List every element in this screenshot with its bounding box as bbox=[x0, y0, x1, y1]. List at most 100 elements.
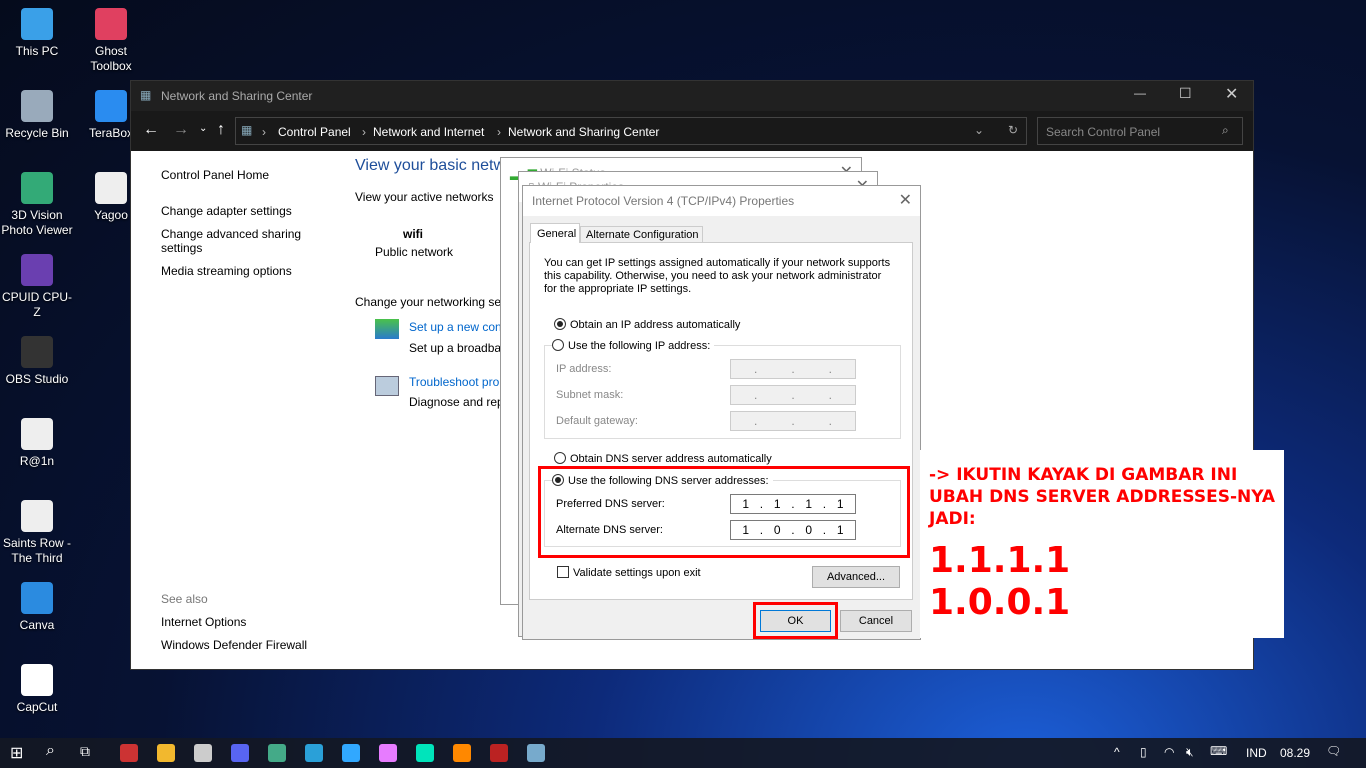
see-also-label: See also bbox=[161, 592, 208, 606]
volume-muted-icon[interactable]: 🔇︎ bbox=[1186, 745, 1194, 760]
desktop-icon-image bbox=[95, 172, 127, 204]
ip-address-field[interactable]: ... bbox=[730, 359, 856, 379]
desktop-icon[interactable]: OBS Studio bbox=[0, 336, 74, 387]
use-ip-radio[interactable]: Use the following IP address: bbox=[552, 339, 715, 352]
close-button[interactable]: ✕ bbox=[1225, 84, 1238, 104]
subnet-mask-label: Subnet mask: bbox=[556, 389, 624, 401]
subnet-mask-field[interactable]: ... bbox=[730, 385, 856, 405]
maximize-button[interactable]: ☐ bbox=[1179, 85, 1192, 102]
desktop-icon[interactable]: Saints Row - The Third bbox=[0, 500, 74, 566]
desktop-icon[interactable]: CapCut bbox=[0, 664, 74, 715]
dns-highlight-box bbox=[538, 466, 910, 558]
annotation-line1: -> IKUTIN KAYAK DI GAMBAR INI bbox=[929, 465, 1238, 485]
audition-icon[interactable] bbox=[416, 744, 434, 762]
desktop-icon-label: CapCut bbox=[16, 700, 58, 714]
gateway-label: Default gateway: bbox=[556, 415, 638, 427]
notifications-icon[interactable]: 🗨︎ bbox=[1326, 744, 1341, 758]
premiere-icon[interactable] bbox=[379, 744, 397, 762]
breadcrumb-control-panel[interactable]: Control Panel bbox=[278, 125, 351, 139]
sidebar-item-advanced-sharing[interactable]: Change advanced sharing settings bbox=[161, 227, 311, 255]
edge-icon[interactable] bbox=[305, 744, 323, 762]
desktop-icon[interactable]: Ghost Toolbox bbox=[74, 8, 148, 74]
ip-address-label: IP address: bbox=[556, 363, 612, 375]
photoshop-icon[interactable] bbox=[342, 744, 360, 762]
desktop-icon[interactable]: R@1n bbox=[0, 418, 74, 469]
breadcrumb-network-internet[interactable]: Network and Internet bbox=[373, 125, 484, 139]
chrome-icon[interactable] bbox=[268, 744, 286, 762]
validate-checkbox[interactable]: Validate settings upon exit bbox=[557, 566, 701, 579]
obtain-ip-label: Obtain an IP address automatically bbox=[570, 319, 741, 331]
troubleshoot-desc: Diagnose and repa bbox=[409, 395, 511, 409]
desktop-icon-image bbox=[21, 336, 53, 368]
close-button[interactable]: ✕ bbox=[899, 190, 912, 210]
chevron-up-icon[interactable]: ^ bbox=[1114, 745, 1120, 759]
app-icon[interactable] bbox=[194, 744, 212, 762]
troubleshoot-icon bbox=[375, 376, 399, 396]
setup-connection-desc: Set up a broadbar bbox=[409, 341, 506, 355]
obtain-dns-radio[interactable]: Obtain DNS server address automatically bbox=[554, 452, 772, 465]
network-name: wifi bbox=[403, 227, 423, 241]
refresh-icon[interactable]: ↻ bbox=[1008, 123, 1018, 137]
wifi-icon[interactable]: ◠ bbox=[1164, 745, 1174, 759]
start-button[interactable]: ⊞ bbox=[10, 743, 23, 763]
dialog-title: Internet Protocol Version 4 (TCP/IPv4) P… bbox=[532, 194, 795, 208]
desktop-icon[interactable]: This PC bbox=[0, 8, 74, 59]
forward-button[interactable]: → bbox=[173, 121, 189, 139]
chevron-down-icon[interactable]: ⌄ bbox=[974, 123, 984, 137]
tab-general[interactable]: General bbox=[530, 223, 580, 243]
app-icon[interactable] bbox=[453, 744, 471, 762]
link-internet-options[interactable]: Internet Options bbox=[161, 615, 246, 629]
recent-dropdown-icon[interactable]: ⌄ bbox=[199, 123, 207, 134]
discord-icon[interactable] bbox=[231, 744, 249, 762]
back-button[interactable]: ← bbox=[143, 121, 159, 139]
sidebar-item-home[interactable]: Control Panel Home bbox=[161, 168, 311, 182]
desktop-icon-image bbox=[21, 90, 53, 122]
chevron-icon: › bbox=[497, 125, 501, 139]
up-button[interactable]: ↑ bbox=[217, 121, 225, 139]
obtain-ip-radio[interactable]: Obtain an IP address automatically bbox=[554, 318, 740, 331]
description-text: You can get IP settings assigned automat… bbox=[544, 257, 891, 295]
advanced-button[interactable]: Advanced... bbox=[812, 566, 900, 588]
sidebar-item-media-streaming[interactable]: Media streaming options bbox=[161, 264, 311, 278]
control-panel-icon: ▦ bbox=[241, 123, 253, 137]
desktop-icon-label: Saints Row - The Third bbox=[2, 536, 72, 565]
annotation-line3: JADI: bbox=[929, 509, 976, 529]
setup-connection-link[interactable]: Set up a new conn bbox=[409, 320, 508, 334]
file-explorer-icon[interactable] bbox=[157, 744, 175, 762]
gateway-field[interactable]: ... bbox=[730, 411, 856, 431]
app-icon[interactable] bbox=[490, 744, 508, 762]
breadcrumb[interactable]: ▦ › Control Panel › Network and Internet… bbox=[235, 117, 1027, 145]
breadcrumb-network-sharing[interactable]: Network and Sharing Center bbox=[508, 125, 659, 139]
desktop-icon[interactable]: CPUID CPU-Z bbox=[0, 254, 74, 320]
search-icon[interactable]: ⌕ bbox=[46, 742, 55, 760]
language-indicator[interactable]: IND bbox=[1246, 746, 1267, 760]
cancel-button[interactable]: Cancel bbox=[840, 610, 912, 632]
desktop-icon-label: Canva bbox=[19, 618, 55, 632]
annotation-dns1: 1.1.1.1 bbox=[929, 540, 1071, 581]
active-networks-label: View your active networks bbox=[355, 190, 494, 204]
sidebar-item-adapter[interactable]: Change adapter settings bbox=[161, 204, 311, 218]
battery-icon[interactable]: ▯ bbox=[1140, 745, 1147, 759]
link-firewall[interactable]: Windows Defender Firewall bbox=[161, 638, 307, 652]
tab-alternate-configuration[interactable]: Alternate Configuration bbox=[580, 226, 703, 243]
keyboard-icon[interactable]: ⌨ bbox=[1210, 744, 1227, 758]
desktop-icon-label: R@1n bbox=[19, 454, 55, 468]
minimize-button[interactable]: — bbox=[1134, 86, 1146, 100]
desktop-icon-image bbox=[95, 8, 127, 40]
desktop-icon[interactable]: Canva bbox=[0, 582, 74, 633]
troubleshoot-link[interactable]: Troubleshoot prob bbox=[409, 375, 506, 389]
task-view-icon[interactable]: ⧉ bbox=[80, 743, 90, 760]
new-connection-icon bbox=[375, 319, 399, 339]
desktop-icon-label: Ghost Toolbox bbox=[90, 44, 132, 73]
search-placeholder: Search Control Panel bbox=[1046, 125, 1161, 139]
chevron-icon: › bbox=[262, 125, 266, 139]
app-icon-pinned[interactable] bbox=[120, 744, 138, 762]
desktop-icon[interactable]: 3D Vision Photo Viewer bbox=[0, 172, 74, 238]
control-panel-icon[interactable] bbox=[527, 744, 545, 762]
title-bar: ▦ Network and Sharing Center — ☐ ✕ bbox=[131, 81, 1253, 111]
clock[interactable]: 08.29 bbox=[1280, 746, 1310, 760]
search-input[interactable]: Search Control Panel ⌕ bbox=[1037, 117, 1243, 145]
desktop-icon[interactable]: Recycle Bin bbox=[0, 90, 74, 141]
address-bar: ← → ⌄ ↑ ▦ › Control Panel › Network and … bbox=[131, 111, 1253, 151]
desktop-icon-image bbox=[21, 254, 53, 286]
